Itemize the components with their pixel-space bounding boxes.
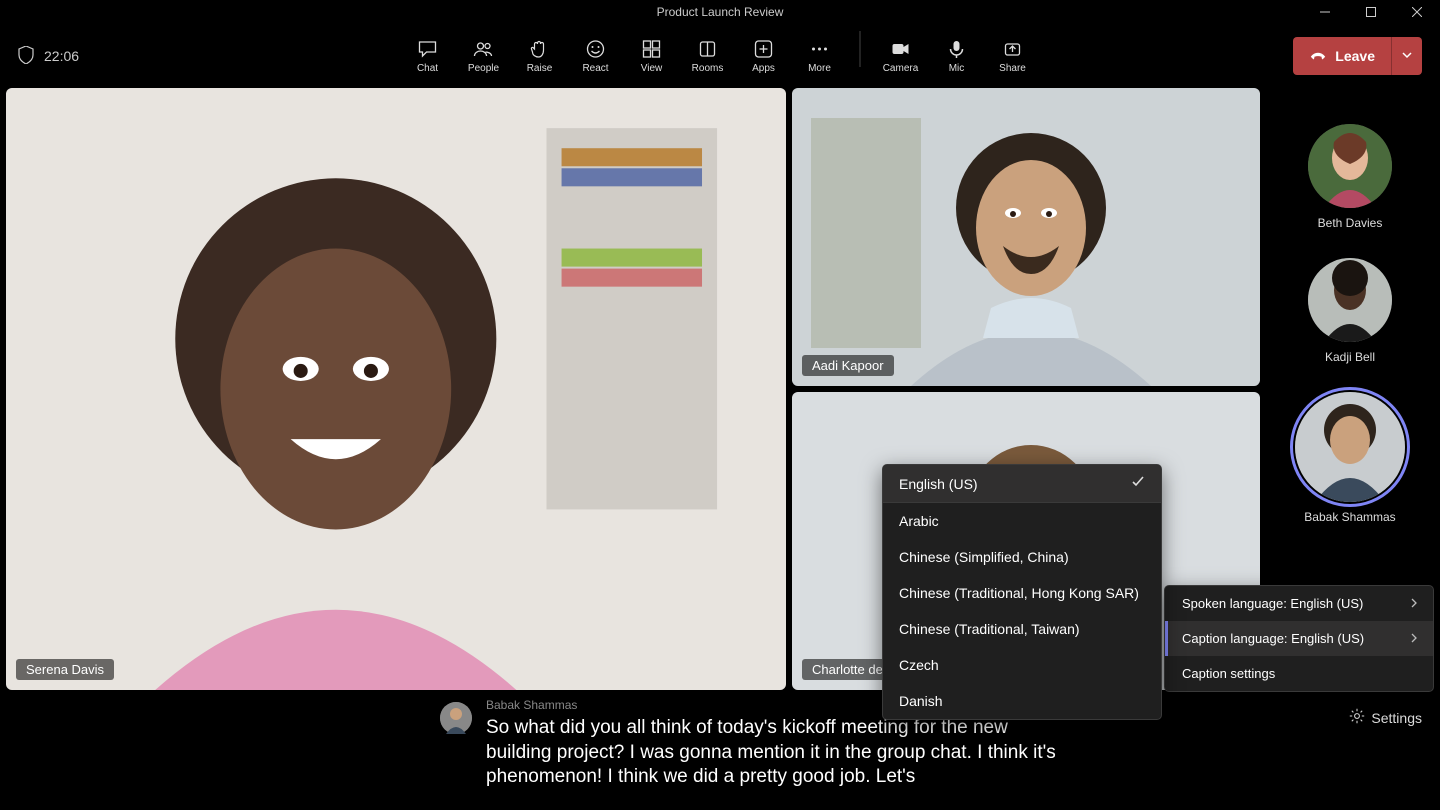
chevron-right-icon — [1409, 631, 1419, 646]
call-timer: 22:06 — [44, 48, 79, 64]
rooms-button[interactable]: Rooms — [684, 31, 732, 81]
raise-button[interactable]: Raise — [516, 31, 564, 81]
participant-name: Beth Davies — [1318, 216, 1383, 230]
video-tile-main[interactable]: Serena Davis — [6, 88, 786, 690]
language-option[interactable]: Arabic — [883, 503, 1161, 539]
caption-settings-button[interactable]: Settings — [1349, 708, 1422, 727]
title-bar: Product Launch Review — [0, 0, 1440, 24]
language-option[interactable]: Danish — [883, 683, 1161, 719]
participant-item[interactable]: Babak Shammas — [1295, 392, 1405, 524]
caption-speaker-avatar — [440, 702, 472, 734]
toolbar-right: Leave — [1293, 37, 1422, 75]
maximize-button[interactable] — [1348, 0, 1394, 24]
people-icon — [474, 39, 494, 59]
leave-options-button[interactable] — [1391, 37, 1422, 75]
view-button[interactable]: View — [628, 31, 676, 81]
grid-icon — [642, 39, 662, 59]
ellipsis-icon — [810, 39, 830, 59]
smile-icon — [586, 39, 606, 59]
chat-icon — [418, 39, 438, 59]
more-button[interactable]: More — [796, 31, 844, 81]
language-option[interactable]: Czech — [883, 647, 1161, 683]
timer-area: 22:06 — [18, 46, 79, 67]
window-controls — [1302, 0, 1440, 24]
plus-box-icon — [754, 39, 774, 59]
toolbar-divider — [860, 31, 861, 67]
participant-name: Kadji Bell — [1325, 350, 1375, 364]
language-option[interactable]: Chinese (Traditional, Taiwan) — [883, 611, 1161, 647]
caption-bar: Babak Shammas So what did you all think … — [0, 690, 1440, 810]
mic-icon — [947, 39, 967, 59]
participant-item[interactable]: Beth Davies — [1308, 124, 1392, 230]
check-icon — [1131, 475, 1145, 492]
caption-language-row[interactable]: Caption language: English (US) — [1165, 621, 1433, 656]
meeting-toolbar: 22:06 Chat People Raise React View Rooms — [0, 24, 1440, 88]
hangup-icon — [1309, 46, 1327, 67]
participant-name: Babak Shammas — [1304, 510, 1395, 524]
avatar-speaking — [1295, 392, 1405, 502]
participant-item[interactable]: Kadji Bell — [1308, 258, 1392, 364]
caption-settings-menu: Spoken language: English (US) Caption la… — [1164, 585, 1434, 692]
hand-icon — [530, 39, 550, 59]
video-tile-top-right[interactable]: Aadi Kapoor — [792, 88, 1260, 386]
shield-icon — [18, 46, 34, 67]
camera-icon — [891, 39, 911, 59]
avatar — [1308, 258, 1392, 342]
apps-button[interactable]: Apps — [740, 31, 788, 81]
language-option[interactable]: Chinese (Simplified, China) — [883, 539, 1161, 575]
camera-button[interactable]: Camera — [877, 31, 925, 81]
chat-button[interactable]: Chat — [404, 31, 452, 81]
toolbar-center: Chat People Raise React View Rooms Apps — [404, 31, 1037, 81]
language-option-selected[interactable]: English (US) — [883, 465, 1161, 503]
spoken-language-row[interactable]: Spoken language: English (US) — [1165, 586, 1433, 621]
mic-button[interactable]: Mic — [933, 31, 981, 81]
share-button[interactable]: Share — [989, 31, 1037, 81]
leave-button[interactable]: Leave — [1293, 38, 1391, 75]
leave-button-group: Leave — [1293, 37, 1422, 75]
meeting-title: Product Launch Review — [657, 5, 784, 19]
caption-text: So what did you all think of today's kic… — [486, 716, 1060, 790]
share-icon — [1003, 39, 1023, 59]
language-submenu: English (US) ArabicChinese (Simplified, … — [882, 464, 1162, 720]
rooms-icon — [698, 39, 718, 59]
language-option[interactable]: Chinese (Traditional, Hong Kong SAR) — [883, 575, 1161, 611]
tile-name-tag: Serena Davis — [16, 659, 114, 680]
react-button[interactable]: React — [572, 31, 620, 81]
minimize-button[interactable] — [1302, 0, 1348, 24]
caption-settings-row[interactable]: Caption settings — [1165, 656, 1433, 691]
chevron-right-icon — [1409, 596, 1419, 611]
people-button[interactable]: People — [460, 31, 508, 81]
gear-icon — [1349, 708, 1365, 727]
tile-name-tag: Aadi Kapoor — [802, 355, 894, 376]
close-button[interactable] — [1394, 0, 1440, 24]
avatar — [1308, 124, 1392, 208]
